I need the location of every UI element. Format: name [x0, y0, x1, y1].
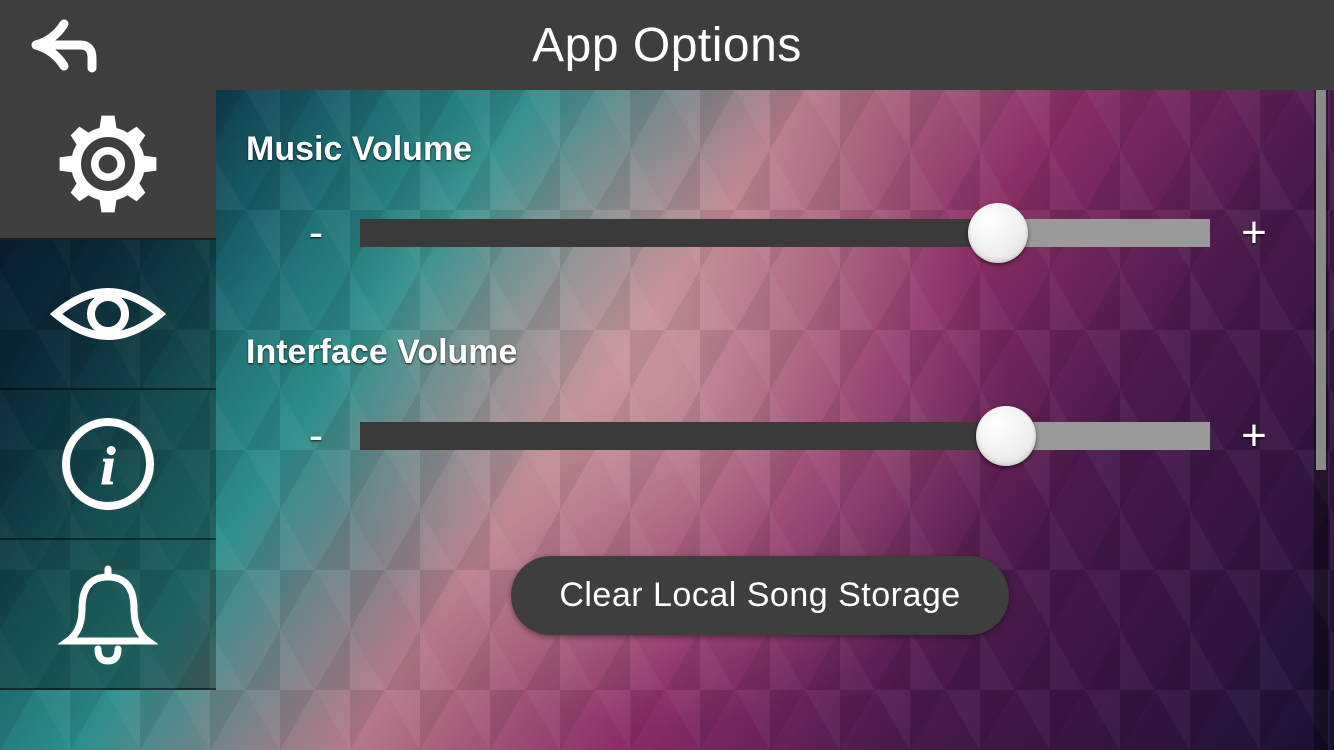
content-scrollbar[interactable] — [1314, 90, 1328, 750]
music-volume-fill — [360, 219, 998, 247]
info-icon: i — [58, 414, 158, 514]
sidebar-tab-settings[interactable] — [0, 90, 216, 240]
interface-volume-label: Interface Volume — [246, 333, 1274, 372]
sidebar-tab-info[interactable]: i — [0, 390, 216, 540]
music-volume-slider-row: - + — [246, 203, 1274, 263]
bell-icon — [58, 559, 158, 669]
interface-volume-group: Interface Volume - + — [246, 333, 1274, 536]
back-arrow-icon — [30, 18, 100, 73]
page-title: App Options — [0, 18, 1334, 73]
sidebar: i — [0, 90, 216, 750]
scrollbar-thumb[interactable] — [1316, 90, 1326, 470]
interface-volume-thumb[interactable] — [976, 406, 1036, 466]
settings-panel: Music Volume - + Interface Volume - — [216, 90, 1334, 750]
interface-volume-minus-button[interactable]: - — [296, 411, 336, 461]
sidebar-tab-visual[interactable] — [0, 240, 216, 390]
interface-volume-slider-row: - + — [246, 406, 1274, 466]
sidebar-tab-notifications[interactable] — [0, 540, 216, 690]
gear-icon — [53, 109, 163, 219]
header-bar: App Options — [0, 0, 1334, 90]
svg-text:i: i — [100, 436, 115, 496]
music-volume-minus-button[interactable]: - — [296, 208, 336, 258]
music-volume-thumb[interactable] — [968, 203, 1028, 263]
music-volume-slider[interactable] — [360, 203, 1210, 263]
interface-volume-fill — [360, 422, 1006, 450]
interface-volume-slider[interactable] — [360, 406, 1210, 466]
music-volume-plus-button[interactable]: + — [1234, 208, 1274, 258]
eye-icon — [48, 274, 168, 354]
back-button[interactable] — [0, 0, 130, 90]
music-volume-group: Music Volume - + — [246, 130, 1274, 333]
interface-volume-plus-button[interactable]: + — [1234, 411, 1274, 461]
clear-storage-button[interactable]: Clear Local Song Storage — [511, 556, 1008, 635]
music-volume-label: Music Volume — [246, 130, 1274, 169]
app-options-screen: App Options — [0, 0, 1334, 750]
